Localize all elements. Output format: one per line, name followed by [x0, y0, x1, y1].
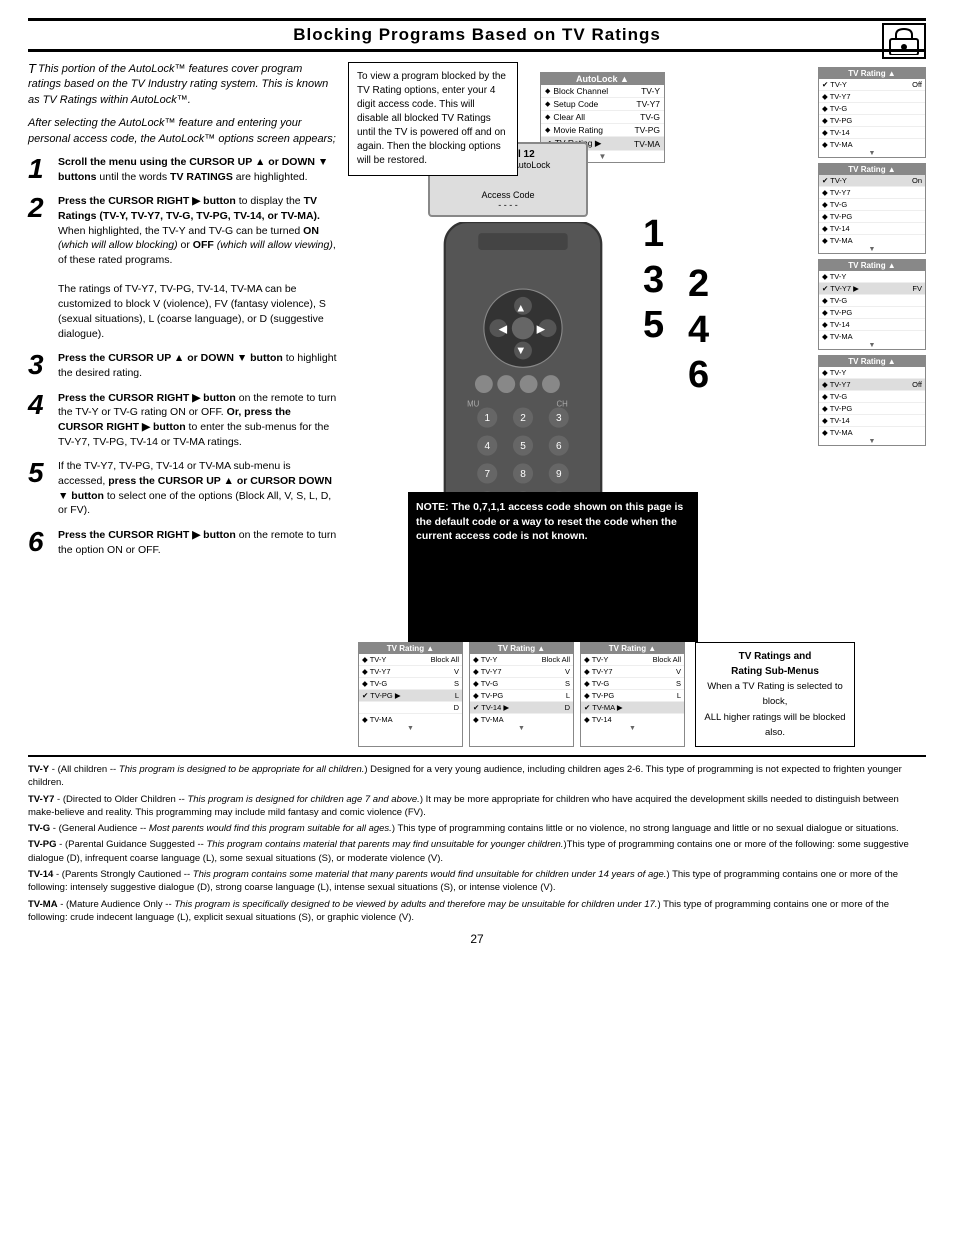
- access-code-label: Access Code: [438, 190, 578, 200]
- info-box-text: To view a program blocked by the TV Rati…: [357, 71, 506, 166]
- footer-item-tvma: TV-MA - (Mature Audience Only -- This pr…: [28, 898, 926, 925]
- step-content-2: Press the CURSOR RIGHT ▶ button to displ…: [58, 194, 338, 341]
- step-3: 3 Press the CURSOR UP ▲ or DOWN ▼ button…: [28, 351, 338, 380]
- svg-text:▲: ▲: [515, 302, 526, 314]
- intro-text-1: This portion of the AutoLock™ features c…: [28, 63, 328, 106]
- main-content: TThis portion of the AutoLock™ features …: [28, 62, 926, 747]
- caption-box: TV Ratings andRating Sub-Menus When a TV…: [695, 642, 855, 747]
- diagrams-area: To view a program blocked by the TV Rati…: [348, 62, 926, 642]
- autolock-row-4: ◆ Movie Rating TV-PG: [541, 124, 664, 137]
- step-5: 5 If the TV-Y7, TV-PG, TV-14 or TV-MA su…: [28, 459, 338, 518]
- step-2: 2 Press the CURSOR RIGHT ▶ button to dis…: [28, 194, 338, 341]
- autolock-panel-header: AutoLock ▲: [541, 73, 664, 85]
- footer-section: TV-Y - (All children -- This program is …: [28, 755, 926, 924]
- left-column: TThis portion of the AutoLock™ features …: [28, 62, 338, 747]
- step-number-6: 6: [28, 528, 50, 556]
- intro-paragraph-2: After selecting the AutoLock™ feature an…: [28, 116, 338, 147]
- step-content-4: Press the CURSOR RIGHT ▶ but­ton on the …: [58, 391, 338, 450]
- note-text: NOTE: The 0,7,1,1 access code shown on t…: [416, 501, 683, 542]
- step-6: 6 Press the CURSOR RIGHT ▶ but­ton on th…: [28, 528, 338, 557]
- step-number-2: 2: [28, 194, 50, 222]
- svg-text:7: 7: [484, 469, 490, 480]
- step-content-1: Scroll the menu using the CURSOR UP ▲ or…: [58, 155, 338, 184]
- step-4: 4 Press the CURSOR RIGHT ▶ but­ton on th…: [28, 391, 338, 450]
- step-number-3: 3: [28, 351, 50, 379]
- page-number: 27: [28, 932, 926, 946]
- step-number-1: 1: [28, 155, 50, 183]
- step-content-5: If the TV-Y7, TV-PG, TV-14 or TV-MA sub-…: [58, 459, 338, 518]
- overlay-numbers-135: 135: [643, 212, 664, 349]
- svg-text:1: 1: [484, 413, 490, 424]
- autolock-row-3: ◆ Clear All TV-G: [541, 111, 664, 124]
- page-title: Blocking Programs Based on TV Ratings: [293, 25, 661, 45]
- step-number-5: 5: [28, 459, 50, 487]
- footer-item-tvg: TV-G - (General Audience -- Most parents…: [28, 822, 926, 835]
- footer-item-tvy: TV-Y - (All children -- This program is …: [28, 763, 926, 790]
- autolock-row-1: ◆ Block Channel TV-Y: [541, 85, 664, 98]
- svg-text:MU: MU: [467, 399, 480, 408]
- page-header: Blocking Programs Based on TV Ratings: [28, 18, 926, 52]
- svg-text:9: 9: [556, 469, 562, 480]
- access-dashes: - - - -: [438, 200, 578, 210]
- svg-text:◀: ◀: [499, 324, 508, 336]
- step-1: 1 Scroll the menu using the CURSOR UP ▲ …: [28, 155, 338, 184]
- intro-paragraph-1: TThis portion of the AutoLock™ features …: [28, 62, 338, 108]
- lock-icon: [882, 23, 926, 59]
- footer-item-tvpg: TV-PG - (Parental Guidance Suggested -- …: [28, 838, 926, 865]
- svg-text:▼: ▼: [515, 345, 526, 357]
- svg-text:4: 4: [484, 441, 490, 452]
- sub-panels-row: TV Rating ▲ ◆ TV-Y Block All ◆ TV-Y7 V ◆…: [358, 642, 926, 747]
- autolock-row-2: ◆ Setup Code TV-Y7: [541, 98, 664, 111]
- info-box: To view a program blocked by the TV Rati…: [348, 62, 518, 176]
- step-content-3: Press the CURSOR UP ▲ or DOWN ▼ button t…: [58, 351, 338, 380]
- step-content-6: Press the CURSOR RIGHT ▶ but­ton on the …: [58, 528, 338, 557]
- svg-text:6: 6: [556, 441, 562, 452]
- overlay-numbers-246: 246: [688, 262, 709, 399]
- right-column: To view a program blocked by the TV Rati…: [348, 62, 926, 747]
- svg-text:2: 2: [520, 413, 526, 424]
- intro-text-2: After selecting the AutoLock™ feature an…: [28, 117, 336, 144]
- svg-text:5: 5: [520, 441, 526, 452]
- footer-item-tv14: TV-14 - (Parents Strongly Cautioned -- T…: [28, 868, 926, 895]
- svg-text:▶: ▶: [537, 324, 546, 336]
- svg-text:CH: CH: [557, 399, 568, 408]
- svg-text:8: 8: [520, 469, 526, 480]
- svg-text:3: 3: [556, 413, 562, 424]
- note-box: NOTE: The 0,7,1,1 access code shown on t…: [408, 492, 698, 642]
- footer-item-tvy7: TV-Y7 - (Directed to Older Children -- T…: [28, 793, 926, 820]
- step-number-4: 4: [28, 391, 50, 419]
- page: Blocking Programs Based on TV Ratings TT…: [0, 0, 954, 1235]
